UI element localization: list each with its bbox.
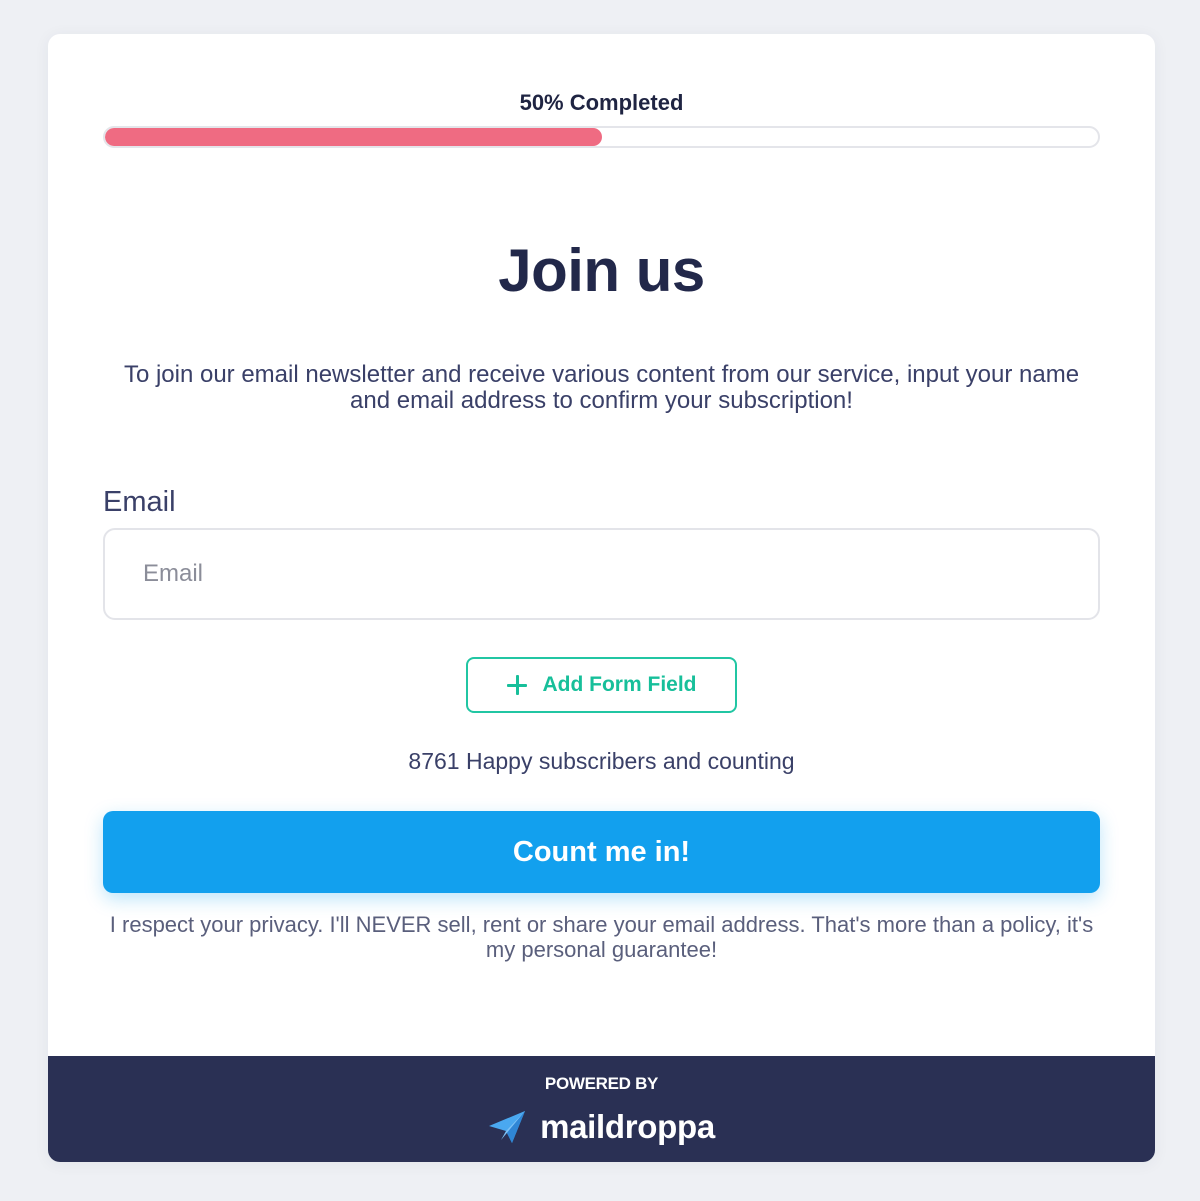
add-form-field-button[interactable]: Add Form Field (466, 657, 737, 713)
email-input[interactable] (103, 528, 1100, 620)
brand-name: maildroppa (540, 1108, 715, 1145)
brand-link[interactable]: maildroppa (48, 1108, 1155, 1146)
footer: POWERED BY maildroppa (48, 1056, 1155, 1162)
add-form-field-label: Add Form Field (542, 673, 697, 696)
paper-plane-icon (489, 1111, 526, 1143)
form-title: Join us (498, 237, 705, 304)
form-description: To join our email newsletter and receive… (123, 361, 1080, 414)
progress-bar (103, 126, 1100, 148)
subscriber-count: 8761 Happy subscribers and counting (408, 748, 795, 774)
progress-label: 50% Completed (519, 90, 684, 115)
progress-bar-fill (105, 128, 602, 146)
email-label: Email (103, 486, 176, 518)
count-me-in-button[interactable]: Count me in! (103, 811, 1100, 893)
plus-icon (506, 675, 527, 695)
signup-card: 50% Completed Join us To join our email … (48, 34, 1155, 1162)
privacy-note: I respect your privacy. I'll NEVER sell,… (109, 912, 1094, 962)
powered-by-label: POWERED BY (544, 1074, 659, 1093)
